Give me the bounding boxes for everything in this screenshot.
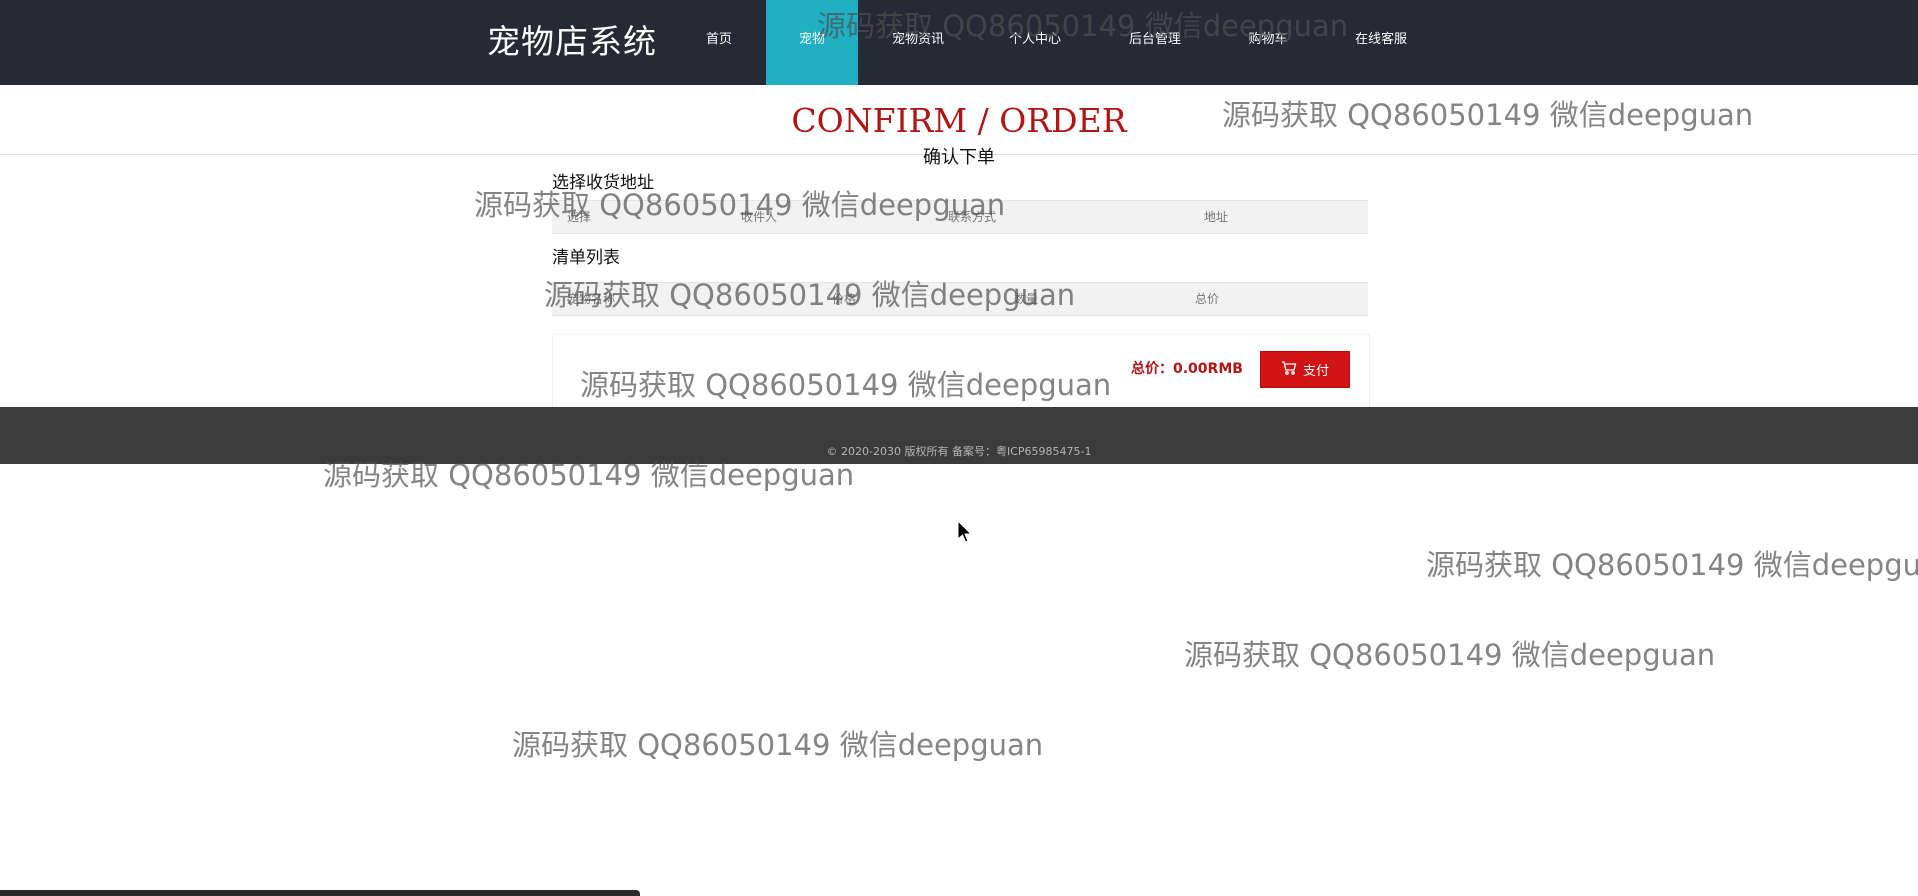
bottom-scrollbar[interactable]: [0, 890, 640, 896]
nav-cart[interactable]: 购物车: [1236, 0, 1300, 85]
col-contact: 联系方式: [948, 210, 997, 224]
nav-home[interactable]: 首页: [690, 0, 748, 85]
col-recipient: 收件人: [741, 210, 778, 224]
mouse-cursor-icon: [957, 519, 973, 544]
col-quantity: 数量: [1014, 292, 1039, 306]
top-navbar: 宠物店系统 首页 宠物 宠物资讯 个人中心 后台管理 购物车 在线客服: [0, 0, 1918, 85]
payment-box: [552, 334, 1370, 408]
nav-personal-center[interactable]: 个人中心: [995, 0, 1075, 85]
list-table-header: 宠物名称 价格 数量 总价: [552, 282, 1368, 316]
watermark-text: 源码获取 QQ86050149 微信deepguan: [1184, 638, 1716, 672]
footer-copyright: © 2020-2030 版权所有 备案号：粤ICP65985475-1: [826, 445, 1092, 458]
address-section-label: 选择收货地址: [552, 173, 654, 193]
col-select: 选择: [567, 210, 592, 224]
page-subtitle: 确认下单: [923, 147, 995, 168]
list-section-label: 清单列表: [552, 248, 620, 268]
col-price: 价格: [832, 292, 857, 306]
watermark-text: 源码获取 QQ86050149 微信deepguan: [512, 728, 1044, 762]
page-title: CONFIRM / ORDER: [791, 101, 1127, 140]
nav-admin[interactable]: 后台管理: [1115, 0, 1195, 85]
nav-pets[interactable]: 宠物: [766, 0, 858, 85]
col-pet-name: 宠物名称: [567, 292, 616, 306]
order-total: 总价：0.00RMB: [1131, 361, 1243, 377]
site-brand[interactable]: 宠物店系统: [487, 20, 657, 64]
pay-button-label: 支付: [1302, 364, 1329, 379]
shopping-cart-icon: [1281, 360, 1297, 380]
pay-button[interactable]: 支付: [1260, 351, 1350, 388]
address-table-header: 选择 收件人 联系方式 地址: [552, 200, 1368, 234]
nav-pet-news[interactable]: 宠物资讯: [876, 0, 960, 85]
col-total: 总价: [1195, 292, 1220, 306]
col-address: 地址: [1204, 210, 1229, 224]
watermark-text: 源码获取 QQ86050149 微信deepguan: [1426, 548, 1918, 582]
nav-online-service[interactable]: 在线客服: [1346, 0, 1416, 85]
